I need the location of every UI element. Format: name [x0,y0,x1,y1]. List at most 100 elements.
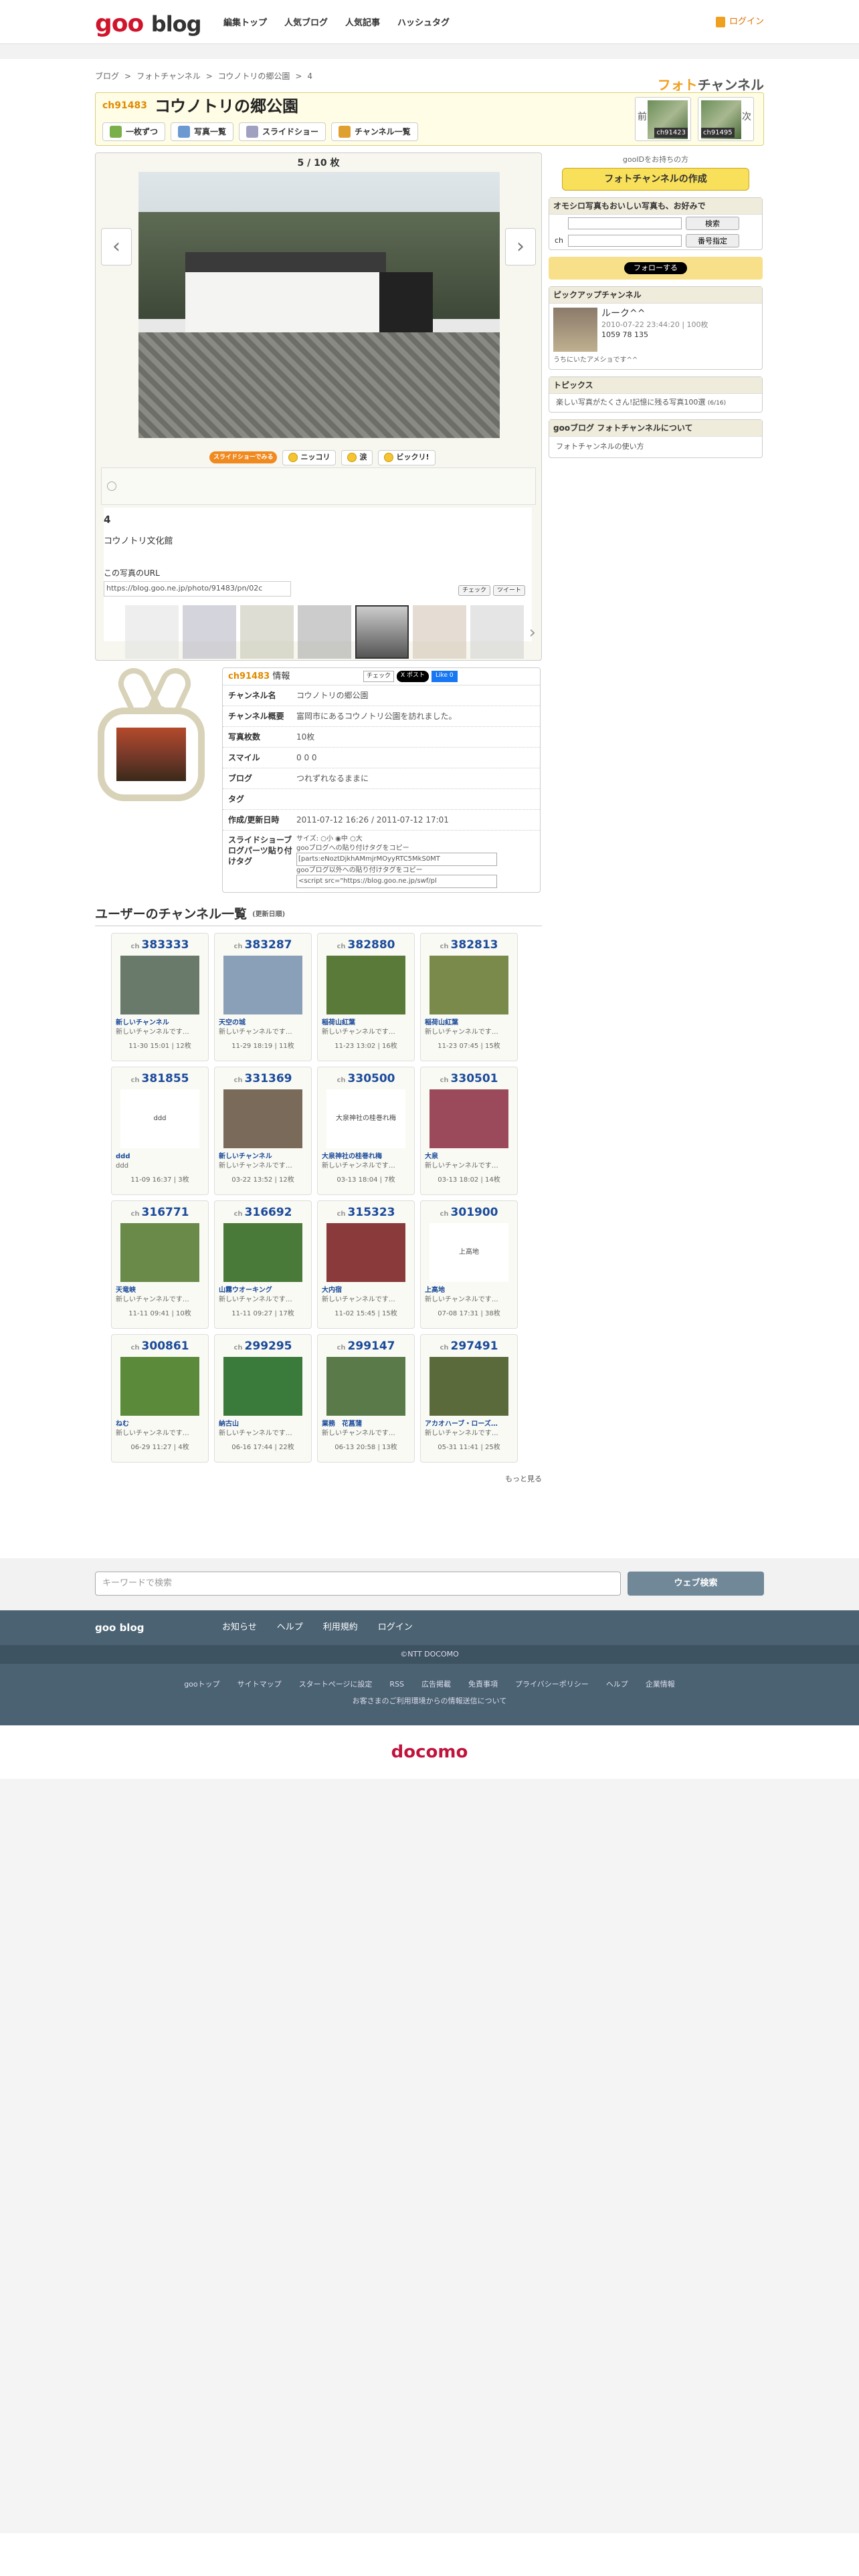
x-post-button[interactable]: X ポスト [397,671,430,682]
nav-popular-blog[interactable]: 人気ブログ [284,17,328,29]
card-thumb[interactable] [120,1223,199,1283]
channel-card[interactable]: ch 315323 大内宿 新しいチャンネルです… 11-02 15:45 | 15枚 [317,1200,415,1329]
reaction-tear[interactable]: 涙 [341,450,373,465]
card-thumb[interactable]: 上高地 [430,1223,508,1283]
card-channel-no[interactable]: ch 299147 [322,1339,410,1354]
photo-url-field[interactable]: https://blog.goo.ne.jp/photo/91483/pn/02… [104,580,291,597]
slideshow-button[interactable]: スライドショー [239,122,326,141]
channel-card[interactable]: ch 297491 アカオハーブ・ローズ… 新しいチャンネルです… 05-31 11:4… [420,1334,518,1463]
channel-card[interactable]: ch 299295 納古山 新しいチャンネルです… 06-16 17:44 | 22枚 [214,1334,312,1463]
card-title[interactable]: 業務 花菖蒲 [322,1420,410,1429]
photochannel-brand[interactable]: フォトチャンネル [658,76,764,94]
channel-tv-image[interactable] [95,663,222,821]
channel-list-button[interactable]: チャンネル一覧 [331,122,418,141]
channel-card[interactable]: ch 299147 業務 花菖蒲 新しいチャンネルです… 06-13 20:58 | 1… [317,1334,415,1463]
number-button[interactable]: 番号指定 [686,234,739,248]
thumbnail[interactable] [183,605,236,659]
card-channel-no[interactable]: ch 300861 [116,1339,204,1354]
card-title[interactable]: 納古山 [219,1420,307,1429]
reaction-smile[interactable]: ニッコリ [282,450,337,465]
card-thumb[interactable]: 大泉神社の桂巻れ梅 [326,1089,405,1149]
ch-number-input[interactable] [568,235,682,247]
footer-link[interactable]: プライバシーポリシー [515,1680,589,1690]
card-channel-no[interactable]: ch 315323 [322,1205,410,1220]
login-link[interactable]: ログイン [715,16,764,28]
copy-goo-tag[interactable]: gooブログへの貼り付けタグをコピー [296,844,540,853]
nav-popular-article[interactable]: 人気記事 [345,17,380,29]
blog-link[interactable]: つれずれなるままに [296,773,540,784]
thumbnail[interactable] [470,605,524,659]
nav-edit-top[interactable]: 編集トップ [223,17,267,29]
card-thumb[interactable] [120,956,199,1015]
card-thumb[interactable] [223,956,302,1015]
goo-blog-logo[interactable]: goo blog [95,8,202,41]
reaction-surprise[interactable]: ビックリ! [378,450,436,465]
thumbnail-current[interactable] [355,605,409,659]
size-small[interactable]: 小 [326,835,333,843]
footer-link[interactable]: 企業情報 [646,1680,675,1690]
channel-card[interactable]: ch 383287 天空の城 新しいチャンネルです… 11-29 18:19 | 11枚 [214,933,312,1062]
next-channel[interactable]: ch91495 次 [698,97,754,141]
channel-card[interactable]: ch 330500 大泉神社の桂巻れ梅 大泉神社の桂巻れ梅 新しいチャンネルです… 03-… [317,1067,415,1196]
docomo-logo[interactable]: docomo [0,1725,859,1779]
thumb-next-arrow[interactable]: › [529,621,536,645]
main-photo[interactable] [138,172,500,438]
card-title[interactable]: 新しいチャンネル [219,1152,307,1162]
card-channel-no[interactable]: ch 330501 [425,1071,513,1087]
channel-card[interactable]: ch 316771 天竜峡 新しいチャンネルです… 11-11 09:41 | 10枚 [111,1200,209,1329]
size-large[interactable]: 大 [356,835,363,843]
next-photo-button[interactable]: › [505,228,536,265]
bc-photochannel[interactable]: フォトチャンネル [136,72,201,81]
thumbnail[interactable] [125,605,179,659]
card-channel-no[interactable]: ch 383333 [116,938,204,953]
footer-help[interactable]: ヘルプ [277,1622,303,1634]
card-title[interactable]: 天竜峡 [116,1286,204,1295]
x-follow-button[interactable]: フォローする [624,261,687,275]
size-medium[interactable]: 中 [341,835,348,843]
photo-list-button[interactable]: 写真一覧 [171,122,234,141]
footer-link[interactable]: RSS [389,1680,404,1690]
footer-link[interactable]: ヘルプ [606,1680,628,1690]
channel-card[interactable]: ch 300861 ねむ 新しいチャンネルです… 06-29 11:27 | 4枚 [111,1334,209,1463]
topic-link[interactable]: 楽しい写真がたくさん!記憶に残る写真100選 [556,398,705,407]
card-channel-no[interactable]: ch 299295 [219,1339,307,1354]
footer-news[interactable]: お知らせ [222,1622,257,1634]
thumbnail[interactable] [240,605,294,659]
channel-card[interactable]: ch 331369 新しいチャンネル 新しいチャンネルです… 03-22 13:52 |… [214,1067,312,1196]
card-title[interactable]: アカオハーブ・ローズ… [425,1420,513,1429]
footer-link[interactable]: サイトマップ [237,1680,282,1690]
channel-card[interactable]: ch 381855 ddd ddd ddd 11-09 16:37 | 3枚 [111,1067,209,1196]
nav-hashtag[interactable]: ハッシュタグ [397,17,450,29]
card-title[interactable]: 稲荷山紅葉 [322,1018,410,1028]
card-thumb[interactable] [223,1223,302,1283]
about-link[interactable]: フォトチャンネルの使い方 [549,437,762,457]
card-thumb[interactable] [326,1223,405,1283]
card-channel-no[interactable]: ch 297491 [425,1339,513,1354]
one-by-one-button[interactable]: 一枚ずつ [102,122,166,141]
card-title[interactable]: 上高地 [425,1286,513,1295]
card-title[interactable]: ねむ [116,1420,204,1429]
card-channel-no[interactable]: ch 383287 [219,938,307,953]
channel-card[interactable]: ch 383333 新しいチャンネル 新しいチャンネルです… 11-30 15:01 |… [111,933,209,1062]
web-search-button[interactable]: ウェブ検索 [628,1571,764,1596]
card-title[interactable]: 稲荷山紅葉 [425,1018,513,1028]
card-thumb[interactable] [223,1089,302,1149]
card-channel-no[interactable]: ch 316692 [219,1205,307,1220]
card-title[interactable]: 大泉神社の桂巻れ梅 [322,1152,410,1162]
fb-like-button[interactable]: Like 0 [432,671,458,682]
footer-note[interactable]: お客さまのご利用環境からの情報送信について [0,1697,859,1707]
card-channel-no[interactable]: ch 381855 [116,1071,204,1087]
thumbnail[interactable] [413,605,466,659]
footer-terms[interactable]: 利用規約 [323,1622,358,1634]
card-thumb[interactable] [326,1357,405,1416]
card-thumb[interactable] [430,1089,508,1149]
search-input[interactable] [568,217,682,230]
card-channel-no[interactable]: ch 331369 [219,1071,307,1087]
card-channel-no[interactable]: ch 330500 [322,1071,410,1087]
prev-channel[interactable]: 前 ch91423 [635,97,691,141]
card-thumb[interactable]: ddd [120,1089,199,1149]
card-title[interactable]: ddd [116,1152,204,1162]
bc-channel[interactable]: コウノトリの郷公園 [218,72,290,81]
search-button[interactable]: 検索 [686,217,739,231]
card-thumb[interactable] [430,1357,508,1416]
